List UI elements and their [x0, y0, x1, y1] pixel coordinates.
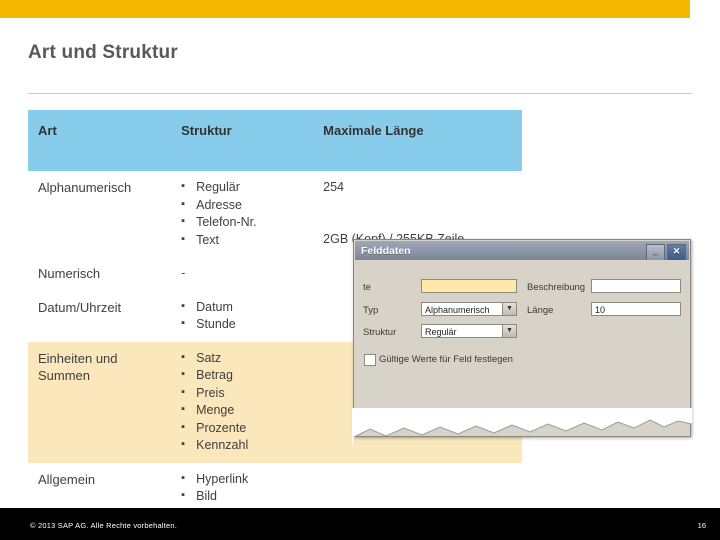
list-item: Adresse	[181, 196, 313, 215]
close-icon[interactable]: ✕	[667, 244, 686, 261]
struktur-plain: -	[181, 266, 186, 280]
dialog-title-text: Felddaten	[361, 245, 411, 257]
chevron-down-icon[interactable]: ▼	[502, 303, 516, 315]
dialog-body: te Beschreibung Typ Alphanumerisch ▼ Län…	[355, 260, 689, 435]
struktur-list: Satz Betrag Preis Menge Prozente Kennzah…	[181, 349, 313, 455]
beschreibung-field[interactable]	[591, 279, 681, 293]
list-item: Betrag	[181, 366, 313, 385]
cell-art: Alphanumerisch	[28, 171, 172, 257]
header-cell-art: Art	[28, 110, 172, 171]
cell-art: Einheiten und Summen	[28, 341, 172, 463]
struktur-list: Datum Stunde	[181, 298, 313, 334]
typ-field-label: Typ	[363, 305, 379, 316]
header-cell-laenge: Maximale Länge	[313, 110, 522, 171]
laenge-field[interactable]: 10	[591, 302, 681, 316]
page-title: Art und Struktur	[28, 42, 178, 63]
list-item: Datum	[181, 298, 313, 317]
cell-art: Numerisch	[28, 257, 172, 291]
copyright-text: © 2013 SAP AG. Alle Rechte vorbehalten.	[30, 521, 178, 530]
list-item: Satz	[181, 349, 313, 368]
name-field[interactable]	[421, 279, 517, 293]
list-item: Telefon-Nr.	[181, 213, 313, 232]
cell-struktur: -	[171, 257, 314, 291]
list-item: Text	[181, 231, 313, 250]
cell-laenge	[313, 462, 522, 514]
gueltige-werte-label: Gültige Werte für Feld festlegen	[379, 354, 513, 365]
struktur-dropdown[interactable]: Regulär ▼	[421, 324, 517, 338]
cell-struktur: Satz Betrag Preis Menge Prozente Kennzah…	[171, 341, 314, 463]
list-item: Bild	[181, 487, 313, 506]
dialog-window-controls: _ ✕	[646, 244, 686, 261]
cell-art: Datum/Uhrzeit	[28, 290, 172, 342]
list-item: Regulär	[181, 178, 313, 197]
slide-footer: © 2013 SAP AG. Alle Rechte vorbehalten. …	[0, 508, 720, 540]
slide: Art und Struktur Art Struktur Maximale L…	[0, 0, 720, 540]
struktur-list: Hyperlink Bild	[181, 470, 313, 506]
page-number: 16	[697, 521, 706, 530]
laenge-line: 254	[323, 180, 345, 194]
list-item: Menge	[181, 401, 313, 420]
cell-struktur: Hyperlink Bild	[171, 462, 314, 514]
cell-struktur: Datum Stunde	[171, 290, 314, 342]
felddaten-dialog[interactable]: Felddaten _ ✕ te Beschreibung Typ Alphan…	[353, 239, 691, 437]
list-item: Kennzahl	[181, 436, 313, 455]
struktur-field-label: Struktur	[363, 327, 397, 338]
laenge-field-label: Länge	[527, 305, 554, 316]
list-item: Stunde	[181, 315, 313, 334]
laenge-spacer	[323, 197, 522, 214]
name-field-label: te	[363, 282, 371, 293]
table-row: Allgemein Hyperlink Bild	[28, 462, 522, 514]
table-header-row: Art Struktur Maximale Länge	[28, 110, 522, 171]
gueltige-werte-checkbox[interactable]	[364, 354, 376, 366]
struktur-list: Regulär Adresse Telefon-Nr. Text	[181, 178, 313, 250]
header-cell-struktur: Struktur	[171, 110, 314, 171]
list-item: Preis	[181, 384, 313, 403]
top-accent-bar-gap	[690, 0, 720, 18]
chevron-down-icon[interactable]: ▼	[502, 325, 516, 337]
dialog-title-bar: Felddaten _ ✕	[355, 241, 689, 261]
beschreibung-field-label: Beschreibung	[527, 282, 586, 293]
struktur-dropdown-value: Regulär	[425, 327, 457, 337]
title-divider	[28, 93, 692, 94]
minimize-icon[interactable]: _	[646, 244, 665, 261]
laenge-spacer	[323, 214, 522, 231]
cell-art: Allgemein	[28, 462, 172, 514]
typ-dropdown[interactable]: Alphanumerisch ▼	[421, 302, 517, 316]
cell-struktur: Regulär Adresse Telefon-Nr. Text	[171, 171, 314, 257]
list-item: Prozente	[181, 419, 313, 438]
top-accent-bar	[0, 0, 690, 18]
list-item: Hyperlink	[181, 470, 313, 489]
typ-dropdown-value: Alphanumerisch	[425, 305, 490, 315]
